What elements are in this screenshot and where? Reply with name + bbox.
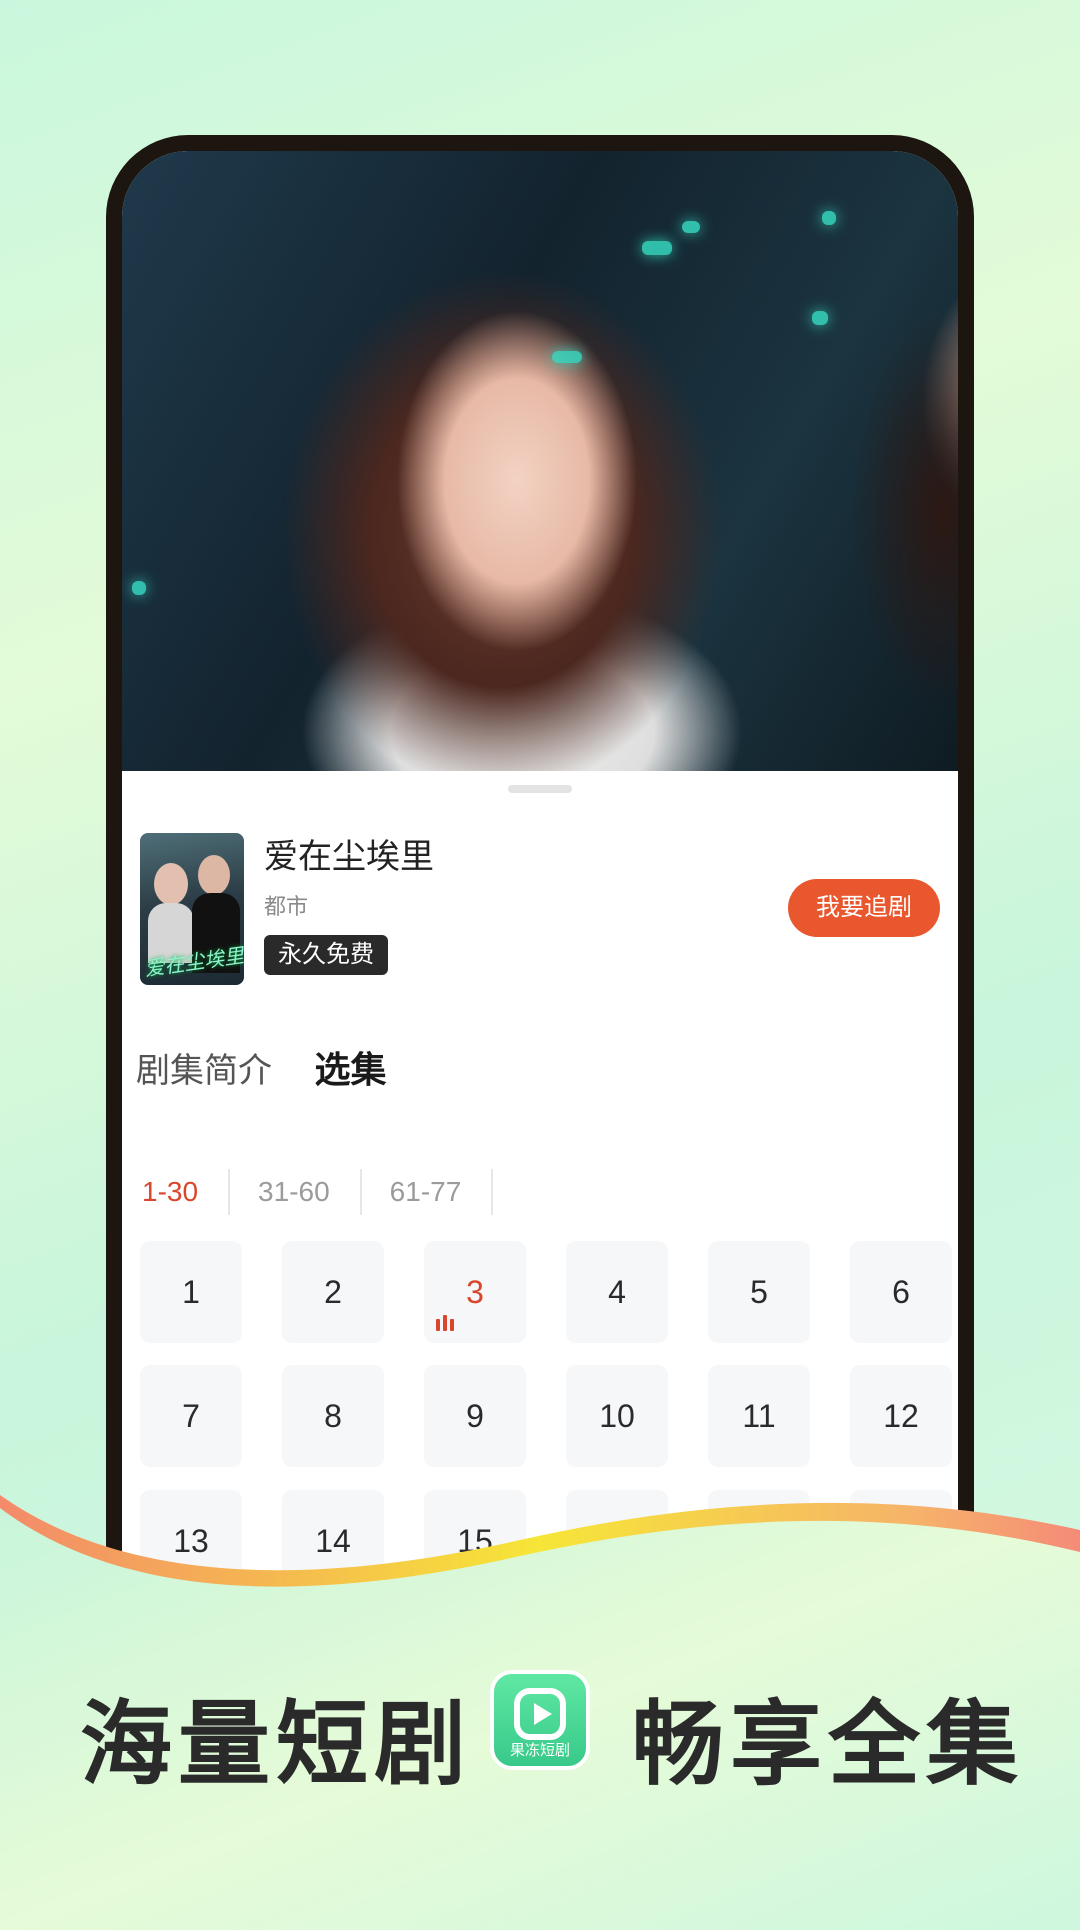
episode-range-selector: 1-30 31-60 61-77 [142,1169,494,1215]
promo-slogan-left: 海量短剧 [80,1691,473,1798]
episode-button[interactable]: 12 [850,1365,952,1467]
logo-text: 果冻短剧 [509,1742,570,1759]
episode-button[interactable]: 7 [140,1365,242,1467]
episode-button[interactable]: 8 [282,1365,384,1467]
episode-button[interactable]: 3 [424,1241,526,1343]
episode-button[interactable]: 2 [282,1241,384,1343]
app-logo: 果冻短剧 [490,1670,590,1770]
drama-poster[interactable]: 爱在尘埃里 [140,833,244,985]
episode-button[interactable]: 9 [424,1365,526,1467]
range-61-77[interactable]: 61-77 [359,1169,492,1215]
promo-slogan-right: 畅享全集 [632,1691,1025,1798]
play-icon [514,1688,566,1740]
episode-button[interactable]: 1 [140,1241,242,1343]
episode-button[interactable]: 11 [708,1365,810,1467]
tab-episodes[interactable]: 选集 [314,1041,386,1093]
range-divider [491,1169,494,1215]
video-player[interactable] [122,151,958,771]
follow-drama-button[interactable]: 我要追剧 [788,879,940,937]
tab-intro[interactable]: 剧集简介 [136,1043,272,1092]
range-1-30[interactable]: 1-30 [142,1169,228,1215]
drama-title: 爱在尘埃里 [264,838,434,876]
episode-button[interactable]: 6 [850,1241,952,1343]
episode-button[interactable]: 10 [566,1365,668,1467]
drama-genre: 都市 [264,894,309,919]
episode-button[interactable]: 4 [566,1241,668,1343]
episode-button[interactable]: 5 [708,1241,810,1343]
sheet-drag-handle[interactable] [508,785,572,793]
free-badge: 永久免费 [264,935,388,975]
detail-tabs: 剧集简介 选集 [136,1041,424,1093]
playing-icon [436,1315,456,1331]
range-31-60[interactable]: 31-60 [228,1169,360,1215]
